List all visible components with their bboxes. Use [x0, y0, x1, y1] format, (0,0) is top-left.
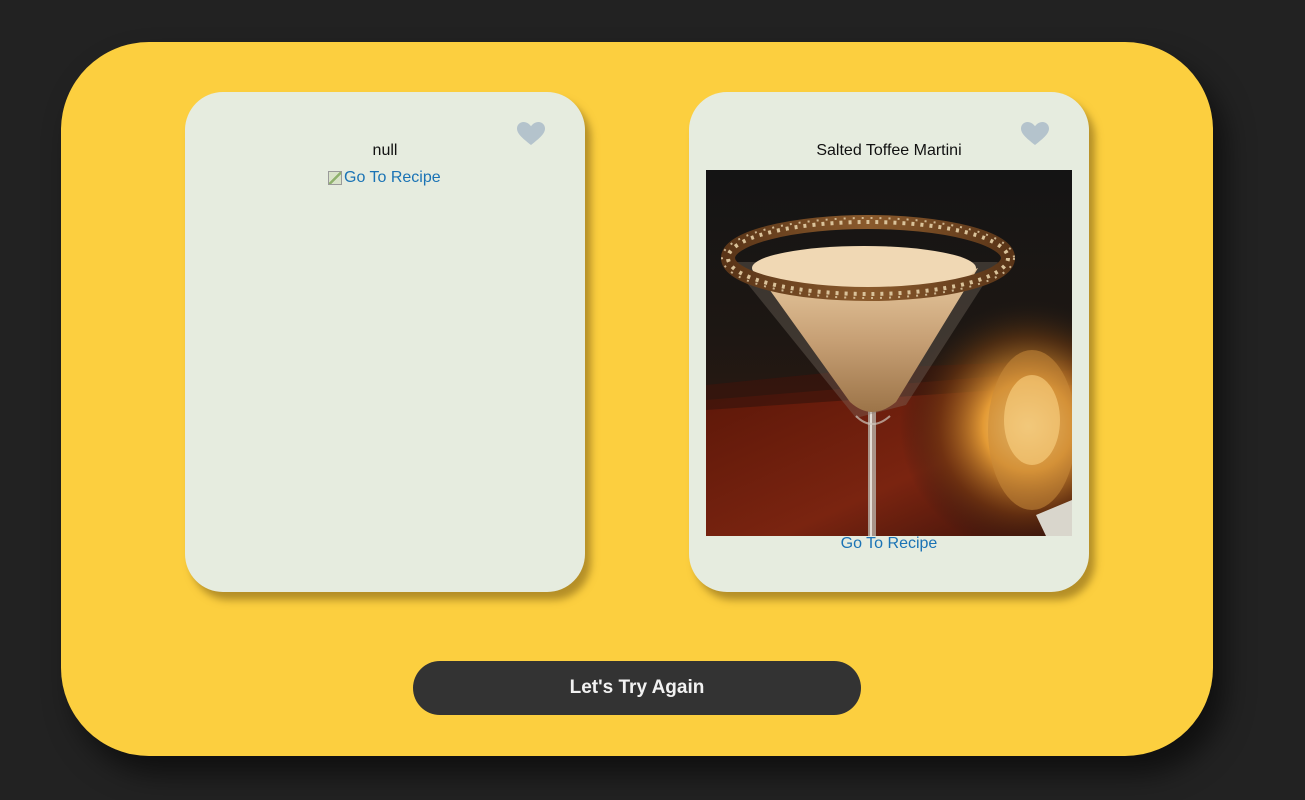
recipe-title: null: [372, 142, 398, 159]
recipe-photo[interactable]: [706, 170, 1072, 536]
go-to-recipe-label: Go To Recipe: [344, 169, 441, 186]
go-to-recipe-link[interactable]: Go To Recipe: [689, 535, 1089, 553]
results-panel: null Go To Recipe Salted Toffee Martini: [61, 42, 1213, 756]
recipe-title: Salted Toffee Martini: [816, 142, 962, 159]
go-to-recipe-link[interactable]: Go To Recipe: [328, 169, 441, 187]
broken-image-icon: [328, 171, 342, 185]
recipe-card-left: null Go To Recipe: [185, 92, 585, 592]
recipe-card-right: Salted Toffee Martini Go To Recipe: [689, 92, 1089, 592]
try-again-button[interactable]: Let's Try Again: [413, 661, 861, 715]
